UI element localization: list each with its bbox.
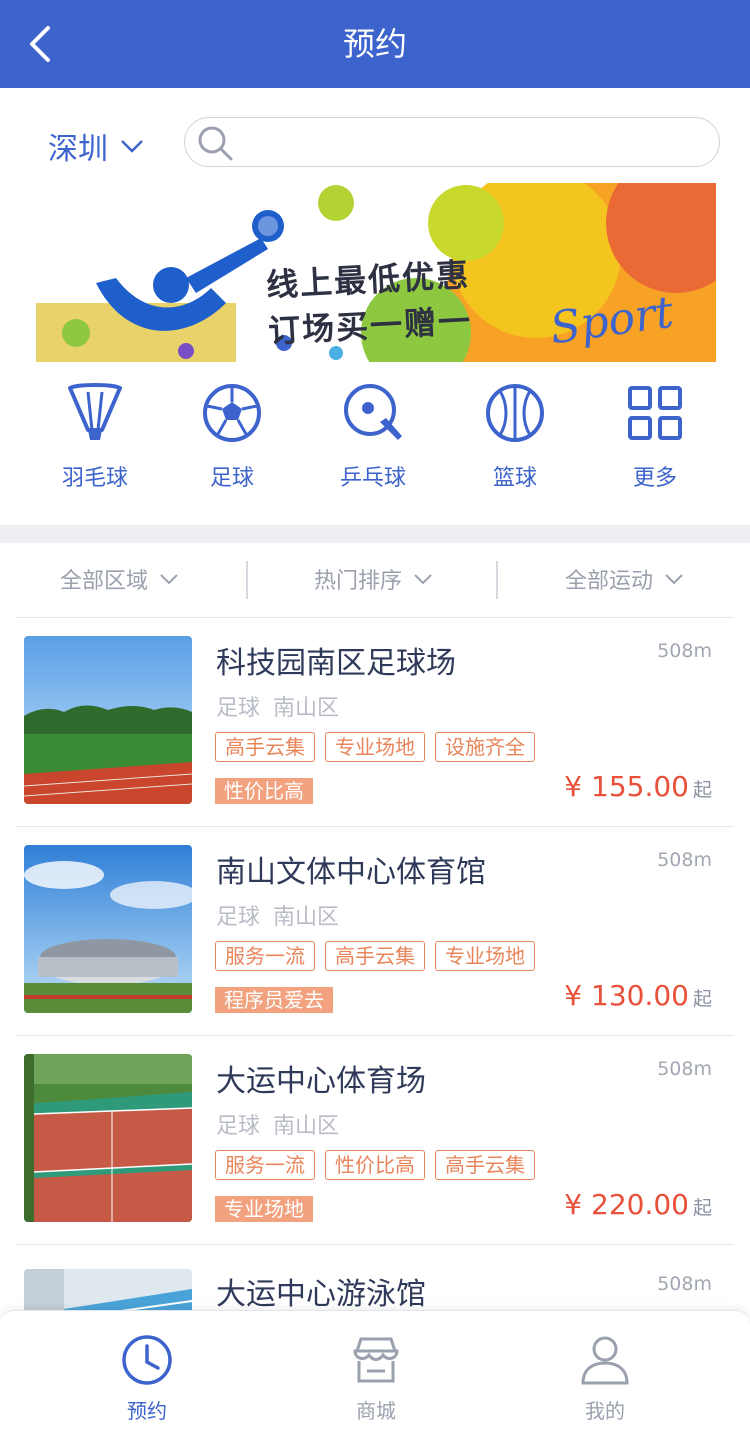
venue-badge: 性价比高: [215, 778, 313, 804]
filter-separator: [246, 561, 248, 599]
category-label: 乒乓球: [339, 466, 406, 491]
filter-separator: [496, 561, 498, 599]
venue-name: 科技园南区足球场: [216, 646, 456, 681]
venue-tag: 高手云集: [215, 732, 315, 762]
basketball-icon: [486, 384, 544, 442]
venue-sport: 足球: [216, 1114, 261, 1139]
venue-district: 南山区: [273, 696, 340, 721]
section-divider: [0, 525, 750, 543]
category-label: 篮球: [492, 466, 537, 491]
venue-tag: 高手云集: [435, 1150, 535, 1180]
filter-region[interactable]: 全部区域: [60, 563, 180, 595]
venue-price: ¥ 155.00 起: [564, 770, 712, 803]
filter-sort[interactable]: 热门排序: [314, 563, 434, 595]
football-icon: [203, 384, 261, 442]
search-icon: [198, 126, 233, 161]
venue-tag: 服务一流: [215, 1150, 315, 1180]
filter-label: 全部运动: [565, 569, 654, 594]
venue-distance: 508m: [657, 1058, 712, 1080]
venue-distance: 508m: [657, 849, 712, 871]
venue-tags: 服务一流 高手云集 专业场地: [215, 941, 545, 971]
tab-profile[interactable]: 我的: [555, 1333, 655, 1424]
chevron-down-icon: [121, 140, 143, 153]
category-football[interactable]: 足球: [167, 382, 297, 492]
venue-card[interactable]: 大运中心体育场 508m 足球 南山区 服务一流 性价比高 高手云集 专业场地 …: [16, 1036, 734, 1245]
clock-icon: [122, 1335, 172, 1385]
venue-sport: 足球: [216, 905, 261, 930]
venue-name: 大运中心体育场: [216, 1064, 426, 1099]
venue-price: ¥ 130.00 起: [564, 979, 712, 1012]
filter-bar: 全部区域 热门排序 全部运动: [0, 543, 750, 617]
category-row: 羽毛球 足球 乒乓球 篮球 更多: [0, 382, 750, 502]
venue-tag: 专业场地: [435, 941, 535, 971]
user-icon: [581, 1336, 629, 1385]
pingpong-icon: [344, 384, 402, 440]
category-label: 羽毛球: [61, 466, 128, 491]
filter-label: 全部区域: [60, 569, 149, 594]
filter-sport[interactable]: 全部运动: [565, 563, 685, 595]
venue-distance: 508m: [657, 1273, 712, 1295]
category-more[interactable]: 更多: [590, 382, 720, 492]
row-divider: [16, 1244, 734, 1245]
venue-photo: [24, 1054, 192, 1222]
venue-photo: [24, 636, 192, 804]
search-box[interactable]: [184, 117, 720, 167]
chevron-down-icon: [665, 574, 683, 585]
category-badminton[interactable]: 羽毛球: [30, 382, 160, 492]
tab-label: 我的: [585, 1399, 625, 1423]
category-label: 更多: [632, 466, 677, 491]
tab-label: 商城: [356, 1399, 396, 1423]
promo-banner[interactable]: 线上最低优惠 订场买一赠一 Sport: [36, 183, 716, 362]
venue-tag: 高手云集: [325, 941, 425, 971]
venue-sport: 足球: [216, 696, 261, 721]
category-basketball[interactable]: 篮球: [450, 382, 580, 492]
bottom-tab-bar: 预约 商城 我的: [0, 1310, 750, 1436]
grid-icon: [628, 386, 682, 440]
venue-district: 南山区: [273, 1114, 340, 1139]
venue-district: 南山区: [273, 905, 340, 930]
price-value: ¥ 155.00: [564, 770, 689, 803]
venue-badge: 专业场地: [215, 1196, 313, 1222]
venue-tag: 服务一流: [215, 941, 315, 971]
category-label: 足球: [209, 466, 254, 491]
venue-tag: 专业场地: [325, 732, 425, 762]
venue-meta: 足球 南山区: [216, 690, 339, 722]
filter-label: 热门排序: [314, 569, 403, 594]
venue-card[interactable]: 南山文体中心体育馆 508m 足球 南山区 服务一流 高手云集 专业场地 程序员…: [16, 827, 734, 1036]
chevron-down-icon: [160, 574, 178, 585]
venue-meta: 足球 南山区: [216, 899, 339, 931]
venue-tags: 服务一流 性价比高 高手云集: [215, 1150, 545, 1180]
venue-name: 南山文体中心体育馆: [216, 855, 486, 890]
badminton-icon: [68, 383, 122, 440]
venue-name: 大运中心游泳馆: [216, 1277, 426, 1312]
venue-card[interactable]: 科技园南区足球场 508m 足球 南山区 高手云集 专业场地 设施齐全 性价比高…: [16, 618, 734, 827]
search-input[interactable]: [241, 126, 701, 160]
chevron-down-icon: [414, 574, 432, 585]
tab-store[interactable]: 商城: [326, 1333, 426, 1424]
price-suffix: 起: [692, 1197, 712, 1219]
category-pingpong[interactable]: 乒乓球: [308, 382, 438, 492]
tab-label: 预约: [127, 1399, 167, 1423]
venue-distance: 508m: [657, 640, 712, 662]
store-icon: [353, 1337, 399, 1383]
tab-booking[interactable]: 预约: [97, 1333, 197, 1424]
venue-badge: 程序员爱去: [215, 987, 333, 1013]
venue-photo: [24, 845, 192, 1013]
top-bar: 预约: [0, 0, 750, 88]
price-value: ¥ 130.00: [564, 979, 689, 1012]
price-suffix: 起: [692, 988, 712, 1010]
city-label: 深圳: [48, 132, 108, 167]
venue-tags: 高手云集 专业场地 设施齐全: [215, 732, 545, 762]
venue-tag: 设施齐全: [435, 732, 535, 762]
page-title: 预约: [342, 25, 407, 63]
venue-price: ¥ 220.00 起: [564, 1188, 712, 1221]
city-selector[interactable]: 深圳: [48, 122, 146, 170]
price-value: ¥ 220.00: [564, 1188, 689, 1221]
venue-tag: 性价比高: [325, 1150, 425, 1180]
price-suffix: 起: [692, 779, 712, 801]
venue-meta: 足球 南山区: [216, 1108, 339, 1140]
